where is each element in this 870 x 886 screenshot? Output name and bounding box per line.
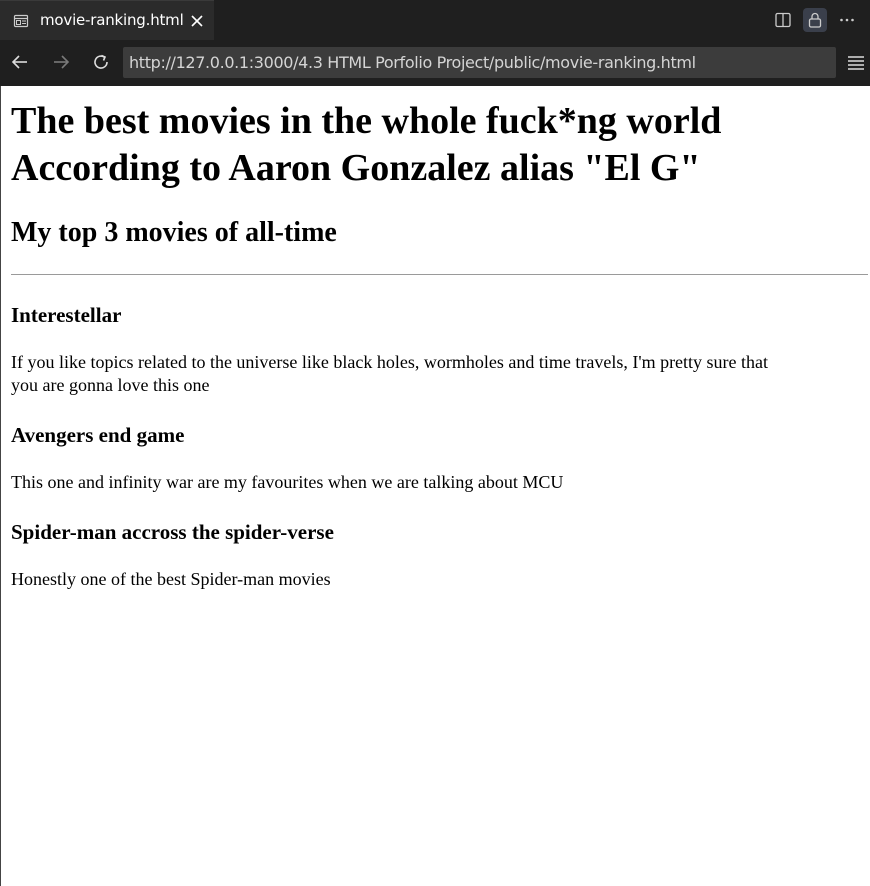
tab-movie-ranking[interactable]: movie-ranking.html: [0, 0, 214, 41]
page-title: The best movies in the whole fuck*ng wor…: [11, 98, 870, 192]
hamburger-menu-icon[interactable]: [846, 51, 866, 73]
back-arrow-icon[interactable]: [8, 50, 32, 74]
page-subtitle: My top 3 movies of all-time: [11, 217, 337, 248]
browser-chrome: movie-ranking.html http://127.0.0.1:3000…: [0, 0, 870, 86]
movie-title-1: Interestellar: [11, 303, 122, 327]
url-text[interactable]: http://127.0.0.1:3000/4.3 HTML Porfolio …: [129, 53, 696, 72]
close-icon[interactable]: [188, 12, 206, 30]
page-content: The best movies in the whole fuck*ng wor…: [0, 86, 870, 886]
movie-title-3: Spider-man accross the spider-verse: [11, 520, 334, 544]
forward-arrow-icon[interactable]: [49, 50, 73, 74]
navigation-bar: http://127.0.0.1:3000/4.3 HTML Porfolio …: [0, 40, 870, 86]
page-title-line1: The best movies in the whole fuck*ng wor…: [11, 100, 722, 142]
tab-bar: movie-ranking.html: [0, 0, 870, 41]
tab-title: movie-ranking.html: [40, 11, 184, 29]
movie-description-1-line2: you are gonna love this one: [11, 375, 210, 395]
page-preview-icon: [13, 14, 29, 28]
movie-title-2: Avengers end game: [11, 423, 185, 447]
more-icon[interactable]: [835, 8, 859, 32]
movie-description-1-line1: If you like topics related to the univer…: [11, 352, 769, 372]
movie-description-3: Honestly one of the best Spider-man movi…: [11, 569, 331, 589]
divider: [11, 274, 868, 275]
movie-description-2: This one and infinity war are my favouri…: [11, 472, 564, 492]
movie-description-1: If you like topics related to the univer…: [11, 351, 868, 397]
split-editor-icon[interactable]: [771, 8, 795, 32]
address-bar[interactable]: http://127.0.0.1:3000/4.3 HTML Porfolio …: [123, 47, 836, 78]
reload-icon[interactable]: [89, 50, 113, 74]
lock-icon[interactable]: [803, 8, 827, 32]
page-title-line2: According to Aaron Gonzalez alias "El G": [11, 147, 701, 189]
